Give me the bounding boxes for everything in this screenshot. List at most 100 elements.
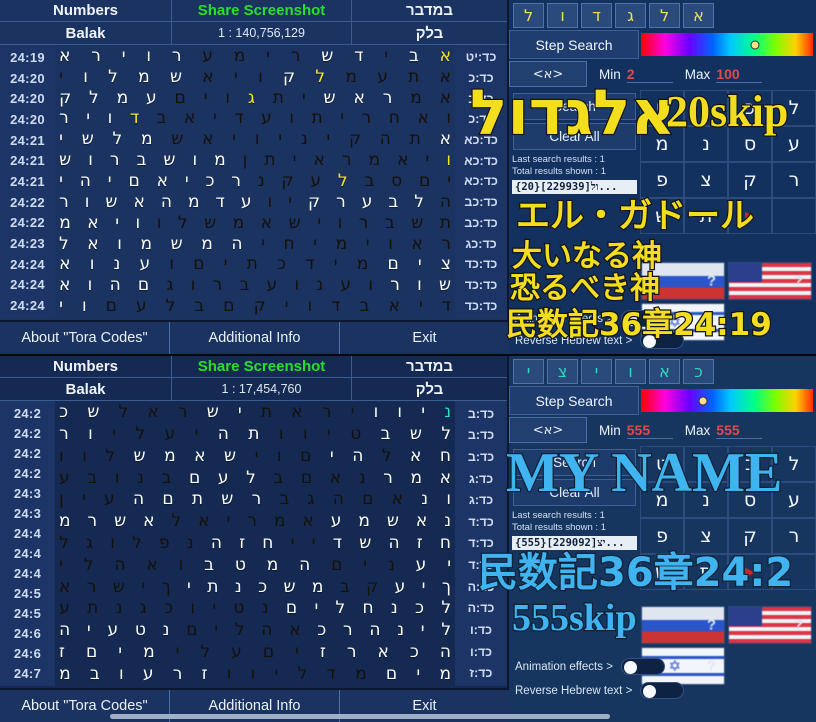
- keypad-key[interactable]: ט: [640, 446, 684, 482]
- grid-letter[interactable]: ע: [59, 469, 70, 487]
- grid-letter[interactable]: ר: [88, 513, 98, 530]
- grid-letter[interactable]: ר: [173, 665, 183, 683]
- grid-letter[interactable]: כ: [410, 643, 419, 661]
- grid-letter[interactable]: ם: [300, 447, 311, 465]
- grid-letter[interactable]: ש: [207, 404, 219, 421]
- grid-letter[interactable]: ו: [83, 68, 88, 86]
- grid-letter[interactable]: ר: [172, 47, 182, 65]
- alef-range-button[interactable]: <א>: [509, 61, 587, 87]
- grid-letter[interactable]: י: [317, 214, 321, 232]
- grid-letter[interactable]: ת: [408, 68, 419, 86]
- grid-letter[interactable]: כ: [59, 404, 68, 421]
- keypad-key[interactable]: ע: [772, 126, 816, 162]
- result-field[interactable]: {20}[229939]ול...: [512, 180, 637, 194]
- grid-letter[interactable]: מ: [267, 556, 279, 574]
- share-screenshot-button-2[interactable]: Share Screenshot: [172, 356, 352, 377]
- grid-letter[interactable]: י: [187, 578, 191, 596]
- grid-letter[interactable]: ו: [117, 235, 122, 253]
- grid-letter[interactable]: ר: [359, 214, 369, 232]
- grid-letter[interactable]: ז: [202, 665, 208, 683]
- grid-letter[interactable]: י: [213, 110, 217, 127]
- reverse-hebrew-toggle-2[interactable]: [640, 682, 685, 699]
- grid-letter[interactable]: ת: [264, 152, 275, 169]
- alef-range-button-2[interactable]: <א>: [509, 417, 587, 443]
- keypad-key[interactable]: ק: [728, 518, 772, 554]
- search-key[interactable]: א: [649, 359, 680, 384]
- grid-letter[interactable]: ע: [331, 513, 342, 530]
- grid-letter[interactable]: מ: [59, 513, 71, 530]
- grid-letter[interactable]: י: [334, 256, 338, 273]
- reverse-hebrew-toggle[interactable]: [640, 332, 685, 349]
- grid-letter[interactable]: י: [115, 214, 119, 232]
- grid-letter[interactable]: י: [422, 578, 426, 596]
- grid-letter[interactable]: ל: [59, 235, 69, 253]
- grid-letter[interactable]: א: [198, 513, 209, 530]
- grid-letter[interactable]: ו: [157, 214, 162, 232]
- grid-letter[interactable]: י: [234, 68, 238, 86]
- grid-letter[interactable]: ק: [366, 578, 378, 596]
- grid-letter[interactable]: א: [397, 152, 408, 169]
- grid-letter[interactable]: ת: [247, 256, 258, 273]
- grid-letter[interactable]: י: [426, 152, 430, 169]
- grid-letter[interactable]: ם: [106, 298, 117, 315]
- grid-letter[interactable]: א: [302, 513, 313, 530]
- grid-letter[interactable]: ן: [243, 152, 248, 169]
- grid-letter[interactable]: צ: [441, 256, 451, 273]
- grid-letter[interactable]: ו: [374, 404, 379, 421]
- grid-letter[interactable]: ה: [133, 491, 144, 508]
- grid-letter[interactable]: ע: [140, 256, 151, 273]
- grid-letter[interactable]: א: [291, 404, 302, 421]
- grid-letter[interactable]: א: [146, 556, 157, 574]
- grid-letter[interactable]: ו: [85, 193, 90, 211]
- grid-letter[interactable]: י: [238, 404, 242, 421]
- grid-letter[interactable]: י: [366, 235, 370, 253]
- grid-letter[interactable]: ר: [213, 277, 223, 294]
- grid-letter[interactable]: ח: [284, 235, 295, 253]
- grid-letter[interactable]: י: [363, 556, 367, 574]
- grid-letter[interactable]: מ: [141, 131, 153, 148]
- grid-letter[interactable]: נ: [388, 556, 395, 574]
- grid-letter[interactable]: ל: [315, 68, 325, 86]
- grid-letter[interactable]: א: [143, 513, 154, 530]
- grid-letter[interactable]: ו: [225, 89, 230, 107]
- grid-letter[interactable]: מ: [410, 89, 422, 107]
- grid-letter[interactable]: י: [87, 622, 91, 639]
- grid-letter[interactable]: ה: [261, 622, 272, 639]
- grid-letter[interactable]: א: [440, 469, 451, 487]
- grid-letter[interactable]: ל: [166, 298, 176, 315]
- keypad-key[interactable]: י: [684, 90, 728, 126]
- grid-letter[interactable]: מ: [138, 68, 150, 86]
- grid-letter[interactable]: ת: [261, 404, 272, 421]
- grid-letter[interactable]: ק: [283, 68, 295, 86]
- search-key[interactable]: כ: [683, 359, 714, 384]
- grid-letter[interactable]: ב: [360, 298, 370, 315]
- grid-letter[interactable]: ו: [88, 152, 93, 169]
- grid-letter[interactable]: ם: [301, 469, 312, 487]
- grid-letter[interactable]: ע: [165, 426, 176, 443]
- grid-letter[interactable]: ק: [254, 298, 266, 315]
- grid-letter[interactable]: ע: [231, 643, 242, 661]
- grid-letter[interactable]: ר: [342, 152, 352, 169]
- search-key[interactable]: ו: [547, 3, 578, 28]
- grid-letter[interactable]: ם: [286, 600, 297, 617]
- grid-letter[interactable]: י: [82, 491, 86, 508]
- grid-letter[interactable]: י: [185, 172, 189, 190]
- keypad-key[interactable]: ק: [728, 162, 772, 198]
- grid-letter[interactable]: נ: [114, 256, 121, 273]
- grid-letter[interactable]: י: [351, 404, 355, 421]
- grid-letter[interactable]: ש: [170, 68, 182, 86]
- search-key[interactable]: י: [513, 359, 544, 384]
- grid-letter[interactable]: נ: [397, 622, 404, 639]
- grid-letter[interactable]: ח: [363, 600, 374, 617]
- grid-letter[interactable]: ל: [338, 172, 348, 190]
- grid-letter[interactable]: ת: [192, 491, 203, 508]
- grid-letter[interactable]: ע: [136, 298, 147, 315]
- grid-letter[interactable]: ב: [409, 47, 419, 65]
- grid-letter[interactable]: א: [87, 214, 98, 232]
- grid-letter[interactable]: ה: [218, 426, 229, 443]
- keypad-key[interactable]: נ: [684, 126, 728, 162]
- grid-letter[interactable]: ש: [87, 404, 99, 421]
- grid-letter[interactable]: מ: [143, 643, 155, 661]
- grid-letter[interactable]: כ: [205, 172, 214, 190]
- grid-letter[interactable]: ל: [246, 469, 256, 487]
